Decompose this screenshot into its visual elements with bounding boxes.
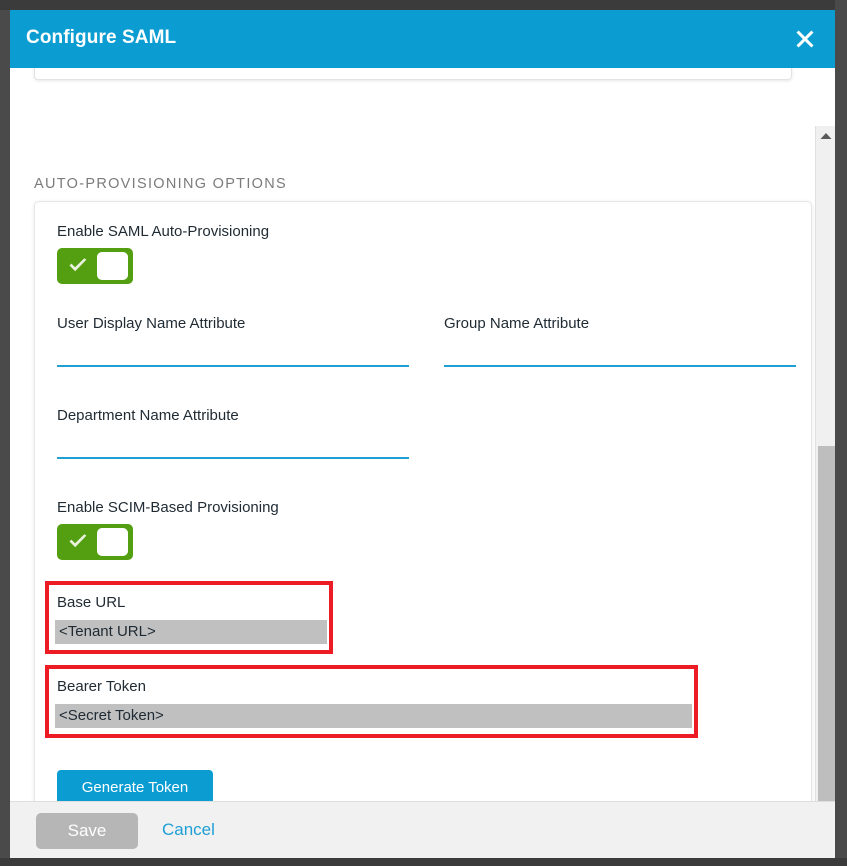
background-rule bbox=[0, 243, 9, 244]
toggle-enable-scim-based-provisioning[interactable] bbox=[57, 524, 133, 560]
section-heading: AUTO-PROVISIONING OPTIONS bbox=[34, 176, 287, 192]
annotation-box-bearer-token bbox=[45, 665, 698, 738]
label-user-display-name-attribute: User Display Name Attribute bbox=[57, 315, 245, 332]
input-group-name-attribute[interactable] bbox=[444, 337, 796, 367]
check-icon bbox=[68, 533, 88, 551]
save-button[interactable]: Save bbox=[36, 813, 138, 849]
configure-saml-modal: Configure SAML AUTO-PROVISIONING OPTIONS… bbox=[10, 10, 835, 859]
input-user-display-name-attribute[interactable] bbox=[57, 337, 409, 367]
label-department-name-attribute: Department Name Attribute bbox=[57, 407, 239, 424]
background-rule bbox=[0, 203, 9, 204]
cancel-link[interactable]: Cancel bbox=[162, 820, 215, 840]
previous-section-card-partial bbox=[34, 68, 792, 80]
annotation-box-base-url bbox=[45, 581, 333, 654]
modal-header: Configure SAML bbox=[10, 10, 835, 68]
scroll-up-arrow-icon[interactable] bbox=[816, 126, 835, 146]
background-text-sliver: e bbox=[0, 396, 7, 411]
background-text-sliver: R bbox=[0, 80, 9, 95]
scroll-content: AUTO-PROVISIONING OPTIONS Enable SAML Au… bbox=[10, 68, 815, 801]
scrollbar-thumb[interactable] bbox=[818, 446, 835, 801]
label-enable-saml-auto-provisioning: Enable SAML Auto-Provisioning bbox=[57, 223, 269, 240]
toggle-knob bbox=[97, 252, 128, 280]
background-rule bbox=[0, 338, 9, 339]
page-title: Configure SAML bbox=[26, 27, 176, 49]
background-text-sliver: e bbox=[0, 633, 7, 648]
generate-token-button[interactable]: Generate Token bbox=[57, 770, 213, 801]
toggle-enable-saml-auto-provisioning[interactable] bbox=[57, 248, 133, 284]
label-enable-scim-based-provisioning: Enable SCIM-Based Provisioning bbox=[57, 499, 279, 516]
modal-footer: Save Cancel bbox=[10, 801, 835, 859]
toggle-knob bbox=[97, 528, 128, 556]
close-icon[interactable] bbox=[789, 23, 821, 55]
label-group-name-attribute: Group Name Attribute bbox=[444, 315, 589, 332]
input-department-name-attribute[interactable] bbox=[57, 429, 409, 459]
check-icon bbox=[68, 257, 88, 275]
auto-provisioning-card: Enable SAML Auto-Provisioning User Displ… bbox=[34, 201, 812, 801]
vertical-scrollbar[interactable] bbox=[815, 126, 835, 801]
modal-body: AUTO-PROVISIONING OPTIONS Enable SAML Au… bbox=[10, 68, 835, 801]
